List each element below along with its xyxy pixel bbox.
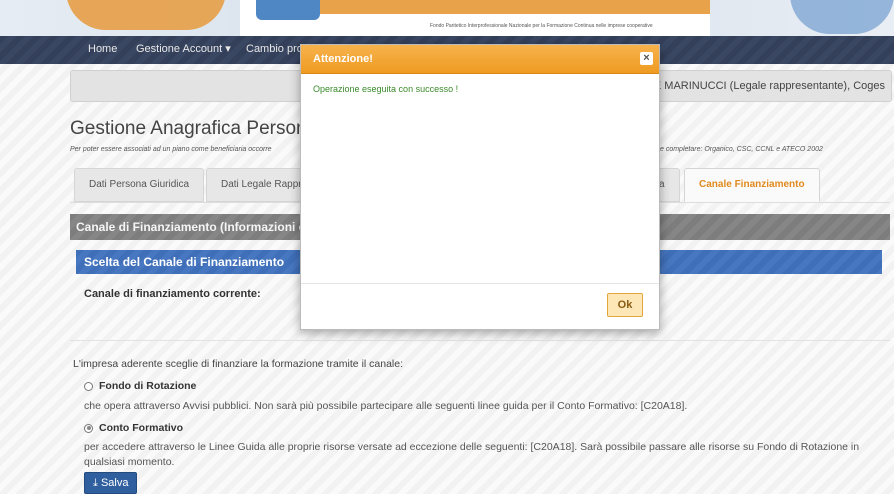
alert-dialog: Attenzione! × Operazione eseguita con su… [300,44,660,330]
ok-button[interactable]: Ok [607,293,643,317]
dialog-divider [301,283,659,284]
close-icon[interactable]: × [640,52,653,65]
dialog-header: Attenzione! × [301,45,659,74]
dialog-message: Operazione eseguita con successo ! [313,84,459,94]
dialog-title: Attenzione! [313,53,373,65]
